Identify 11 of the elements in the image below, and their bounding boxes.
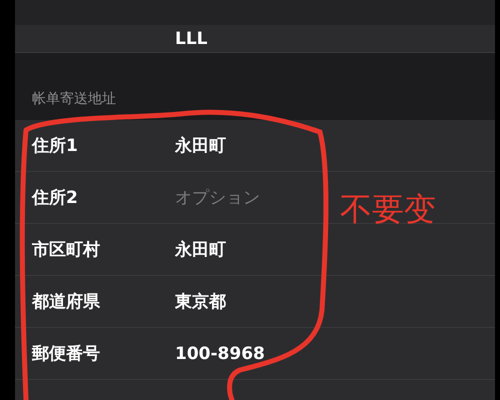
annotation-text: 不要变 [340, 189, 436, 230]
input-field[interactable]: オプション [175, 184, 295, 210]
field-label: 郵便番号 [32, 343, 101, 365]
field-label: 都道府県 [32, 291, 101, 313]
field-label: 市区町村 [32, 239, 101, 261]
field-value: LLL [175, 28, 208, 48]
field-label: 住所2 [32, 187, 79, 209]
field-label: 住所1 [32, 135, 79, 157]
section-header: 帐单寄送地址 [32, 90, 116, 108]
input-field[interactable]: 東京都 [175, 288, 295, 314]
input-field[interactable]: 100-8968 [175, 340, 295, 366]
